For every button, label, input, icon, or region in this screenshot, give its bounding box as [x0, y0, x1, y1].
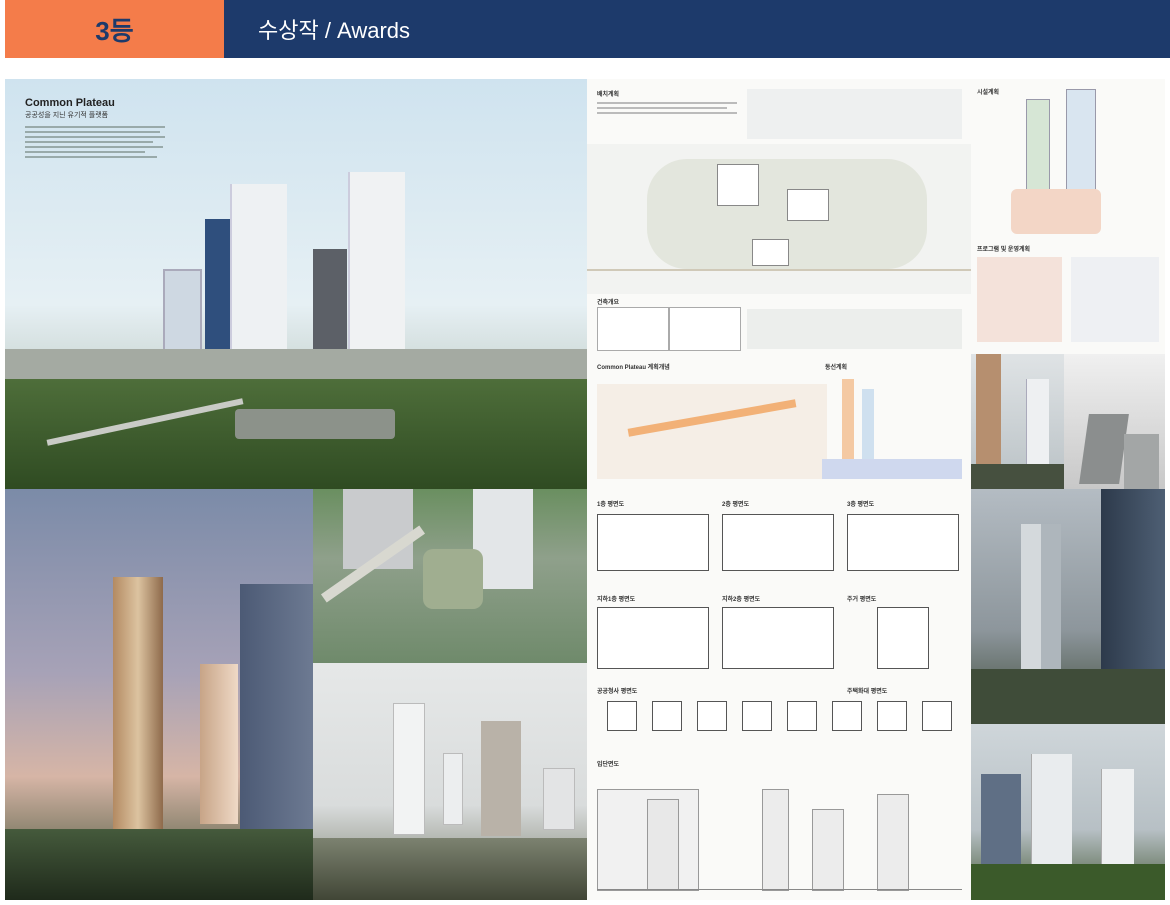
floor-label-residence: 주거 평면도	[847, 597, 877, 603]
floor-label-1: 1층 평면도	[597, 502, 625, 508]
facility-label: 시설계획	[977, 90, 1000, 96]
tower-render-bottom-right	[971, 724, 1165, 900]
floor-label-b1: 지하1층 평면도	[597, 597, 636, 603]
floor-label-2: 2층 평면도	[722, 502, 750, 508]
concept-sheet: Common Plateau 계획개념 동선계획	[587, 354, 971, 489]
floor-label-b2: 지하2층 평면도	[722, 597, 761, 603]
render-description-text	[25, 123, 165, 161]
aerial-plaza-render	[313, 489, 587, 663]
tower-render-thumb	[971, 354, 1064, 489]
site-plan-description	[597, 99, 737, 129]
public-plan-label: 공공청사 평면도	[597, 689, 638, 695]
section-title: 수상작 / Awards	[224, 0, 1170, 58]
city-render-right	[971, 489, 1165, 724]
circulation-label: 동선계획	[825, 365, 848, 371]
program-label: 프로그램 및 운영계획	[977, 247, 1031, 253]
render-title: Common Plateau	[25, 97, 115, 109]
site-plan-sheet: 배치계획 건축개요	[587, 79, 971, 354]
skyline-render-image	[313, 663, 587, 900]
overview-label: 건축개요	[597, 300, 620, 306]
rank-badge: 3등	[5, 0, 224, 58]
facility-program-sheet: 시설계획 프로그램 및 운영계획	[971, 79, 1165, 354]
site-plan-label: 배치계획	[597, 92, 620, 98]
concept-label: Common Plateau 계획개념	[597, 365, 670, 371]
floor-label-3: 3층 평면도	[847, 502, 875, 508]
floor-plans-sheet: 1층 평면도 2층 평면도 3층 평면도 지하1층 평면도 지하2층 평면도 주…	[587, 489, 971, 900]
evening-render-image	[5, 489, 313, 900]
hero-render-image: Common Plateau 공공성을 지닌 유기적 플랫폼	[5, 79, 587, 489]
residence-plan-label: 주택화대 평면도	[847, 689, 888, 695]
sketch-thumb	[1064, 354, 1165, 489]
render-subtitle: 공공성을 지닌 유기적 플랫폼	[25, 112, 109, 119]
elevation-label: 입단면도	[597, 762, 620, 768]
page-header: 3등 수상작 / Awards	[5, 0, 1170, 58]
